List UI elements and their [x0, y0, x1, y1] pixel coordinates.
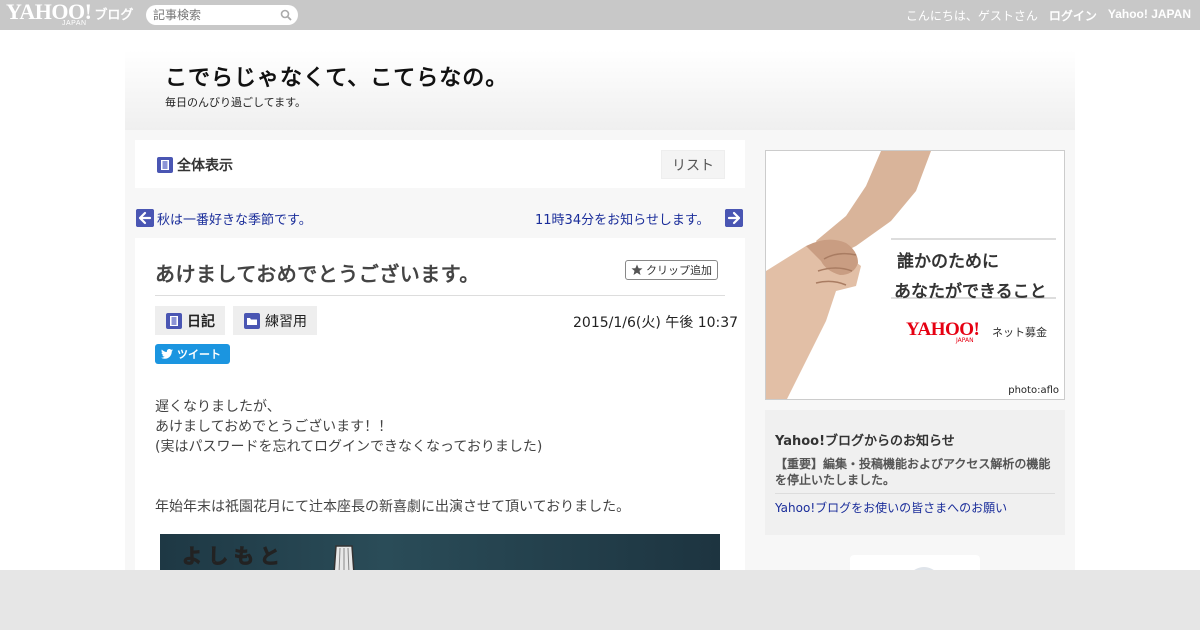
article-photo[interactable]: よしもと [160, 534, 720, 574]
star-icon [631, 264, 643, 275]
twitter-bird-icon [161, 349, 173, 359]
article-title: あけましておめでとうございます。 [155, 262, 480, 286]
yahoo-logo-text: YAHOO! [6, 0, 92, 24]
arrow-left-icon[interactable] [136, 209, 154, 227]
title-divider [155, 295, 725, 296]
folder-tag[interactable]: 練習用 [233, 306, 317, 335]
tweet-label: ツイート [177, 348, 221, 361]
category-tag[interactable]: 日記 [155, 306, 225, 335]
ad-yahoo-japan: JAPAN [956, 337, 974, 344]
login-link[interactable]: ログイン [1049, 7, 1097, 24]
blog-subtitle: 毎日のんびり過ごしてます。 [165, 96, 307, 109]
search-icon[interactable] [280, 9, 292, 21]
notice-divider [775, 493, 1055, 494]
body-text-line: (実はパスワードを忘れてログインできなくなっておりました) [155, 439, 543, 455]
post-date: 2015/1/6(火) 午後 10:37 [573, 315, 739, 331]
bottom-band [0, 570, 1200, 630]
body-text-line: 年始年末は祇園花月にて辻本座長の新喜劇に出演させて頂いておりました。 [155, 499, 631, 515]
notice-title: Yahoo!ブログからのお知らせ [775, 434, 955, 449]
yahoo-japan-link[interactable]: Yahoo! JAPAN [1108, 7, 1191, 24]
greeting-text: こんにちは、ゲストさん [905, 9, 1038, 23]
blog-title[interactable]: こでらじゃなくて、こてらなの。 [165, 60, 508, 92]
donation-ad-banner[interactable]: 誰かのために あなたができること YAHOO! JAPAN ネット募金 phot… [765, 150, 1065, 400]
search-input[interactable] [153, 7, 281, 23]
list-button[interactable]: リスト [661, 150, 725, 179]
notice-link[interactable]: Yahoo!ブログをお使いの皆さまへのお願い [775, 499, 1007, 516]
tweet-button[interactable]: ツイート [155, 344, 230, 364]
handshake-illustration [766, 151, 1064, 399]
prev-article-link[interactable]: 秋は一番好きな季節です。 [157, 209, 312, 228]
folder-label: 練習用 [265, 313, 307, 330]
book-icon [157, 157, 173, 173]
yahoo-logo-japan: JAPAN [62, 20, 87, 27]
blog-logo-text: ブログ [94, 8, 134, 23]
body-text-line: あけましておめでとうございます！！ [155, 419, 393, 435]
body-text-line: 遅くなりましたが、 [155, 399, 281, 415]
ad-photo-credit: photo:aflo [1008, 385, 1059, 396]
view-all-link[interactable]: 全体表示 [177, 155, 233, 175]
notice-item[interactable]: 【重要】編集・投稿機能およびアクセス解析の機能を停止いたしました。 [775, 456, 1055, 488]
ad-service-name: ネット募金 [992, 326, 1047, 339]
book-icon [166, 312, 182, 329]
search-box [146, 5, 298, 25]
next-article-link[interactable]: 11時34分をお知らせします。 [535, 209, 710, 228]
clip-button[interactable]: クリップ追加 [625, 260, 718, 280]
clip-button-label: クリップ追加 [646, 264, 712, 277]
folder-icon [244, 312, 260, 329]
arrow-right-icon[interactable] [725, 209, 743, 227]
ad-headline-2: あなたができること [894, 282, 1047, 302]
global-header: YAHOO! JAPAN ブログ こんにちは、ゲストさん ログイン Yahoo!… [0, 0, 1200, 30]
category-label: 日記 [187, 313, 215, 330]
top-links: こんにちは、ゲストさん ログイン Yahoo! JAPAN [906, 7, 1191, 24]
ad-headline-1: 誰かのために [897, 252, 999, 272]
photo-caption-text: よしもと [182, 544, 286, 569]
yahoo-blog-logo[interactable]: YAHOO! JAPAN ブログ [6, 0, 134, 28]
